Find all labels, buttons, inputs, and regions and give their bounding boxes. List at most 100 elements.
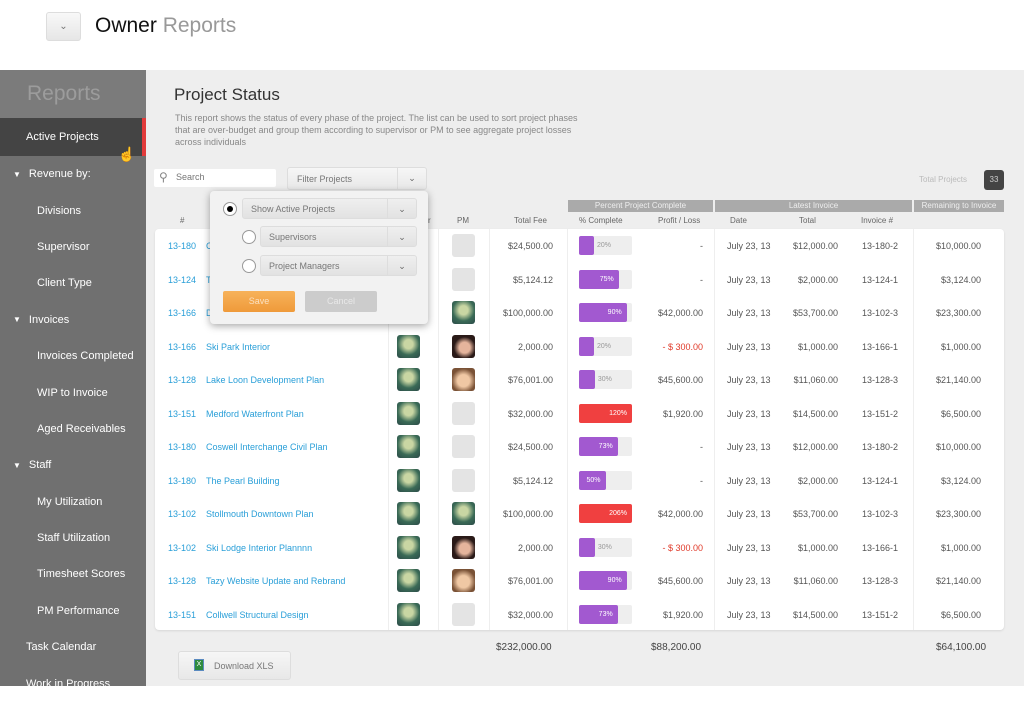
project-managers-select[interactable]: Project Managers ⌄ — [260, 255, 417, 276]
supervisors-select[interactable]: Supervisors ⌄ — [260, 226, 417, 247]
percent-fill: 90% — [579, 303, 627, 322]
project-name-link[interactable]: Lake Loon Development Plan — [206, 375, 324, 385]
cancel-button[interactable]: Cancel — [305, 291, 377, 312]
col-invoice-num[interactable]: Invoice # — [861, 216, 893, 225]
save-button[interactable]: Save — [223, 291, 295, 312]
filter-popup: Show Active Projects ⌄ Supervisors ⌄ Proje… — [210, 191, 428, 324]
radio-supervisors[interactable] — [242, 230, 256, 244]
pm-avatar[interactable] — [452, 301, 475, 324]
project-number-link[interactable]: 13-128 — [168, 375, 196, 385]
project-number-link[interactable]: 13-102 — [168, 509, 196, 519]
sidebar-item-staff[interactable]: ▼ Staff — [0, 447, 146, 483]
col-total[interactable]: Total — [799, 216, 816, 225]
sidebar-item-supervisor[interactable]: Supervisor — [0, 229, 146, 265]
invoice-total: $11,060.00 — [793, 375, 838, 385]
sidebar-item-task-calendar[interactable]: Task Calendar — [0, 629, 146, 665]
pm-avatar[interactable] — [452, 267, 475, 291]
project-name-link[interactable]: Stollmouth Downtown Plan — [206, 509, 314, 519]
search-input[interactable]: ⚲ Search — [154, 169, 276, 187]
invoice-total: $14,500.00 — [792, 408, 838, 419]
supervisor-avatar[interactable] — [397, 435, 420, 458]
project-number-link[interactable]: 13-124 — [168, 275, 196, 285]
invoice-date: July 23, 13 — [727, 241, 771, 251]
remaining-to-invoice: $6,500.00 — [940, 408, 981, 419]
caret-down-icon: ▼ — [13, 460, 21, 470]
sidebar-item-aged-receivables[interactable]: Aged Receivables — [0, 411, 146, 447]
project-name-link[interactable]: Medford Waterfront Plan — [206, 409, 304, 419]
sidebar-item-divisions[interactable]: Divisions — [0, 192, 146, 228]
pm-avatar[interactable] — [452, 535, 475, 559]
percent-fill: 75% — [579, 269, 619, 289]
pm-avatar[interactable] — [452, 401, 475, 425]
show-active-projects-select[interactable]: Show Active Projects ⌄ — [242, 198, 417, 219]
invoice-number: 13-128-3 — [862, 375, 899, 385]
project-name-link[interactable]: Ski Park Interior — [206, 342, 270, 352]
project-name-link[interactable]: Tazy Website Update and Rebrand — [206, 576, 345, 586]
project-number-link[interactable]: 13-180 — [168, 476, 196, 486]
sidebar-item-my-utilization[interactable]: My Utilization — [0, 484, 146, 520]
supervisor-avatar[interactable] — [397, 334, 420, 358]
pm-avatar[interactable] — [452, 502, 475, 525]
filter-projects-dropdown[interactable]: Filter Projects ⌄ — [287, 167, 427, 190]
table-row: 13-180 The Pearl Building $5,124.12 50% - Jul… — [155, 464, 1004, 497]
project-number-link[interactable]: 13-128 — [168, 576, 196, 586]
sidebar-item-staff-utilization[interactable]: Staff Utilization — [0, 520, 146, 556]
sidebar-item-timesheet-scores[interactable]: Timesheet Scores — [0, 556, 146, 592]
radio-show-active[interactable] — [223, 202, 237, 216]
project-number-link[interactable]: 13-102 — [168, 543, 196, 553]
project-number-link[interactable]: 13-180 — [168, 241, 196, 251]
supervisor-avatar[interactable] — [397, 502, 420, 525]
col-percent-complete[interactable]: % Complete — [579, 216, 623, 225]
percent-label: 90% — [607, 309, 622, 316]
sidebar-item-invoices-completed[interactable]: Invoices Completed — [0, 338, 146, 374]
supervisor-avatar[interactable] — [397, 569, 420, 592]
project-number-link[interactable]: 13-151 — [168, 409, 196, 419]
radio-project-managers[interactable] — [242, 259, 256, 273]
supervisor-avatar[interactable] — [397, 368, 420, 391]
invoice-date: July 23, 13 — [727, 274, 771, 285]
hand-cursor-icon: ☝ — [118, 146, 136, 162]
sidebar-item-work-in-progress[interactable]: Work in Progress — [0, 665, 146, 701]
main-content: Project Status This report shows the sta… — [146, 70, 1024, 686]
supervisor-avatar[interactable] — [397, 602, 420, 626]
sidebar-item-pm-performance[interactable]: PM Performance — [0, 593, 146, 629]
project-number-link[interactable]: 13-166 — [168, 342, 196, 352]
pm-avatar[interactable] — [452, 334, 475, 358]
total-fee: $100,000.00 — [502, 308, 553, 318]
project-number-link[interactable]: 13-151 — [168, 610, 196, 620]
col-num[interactable]: # — [180, 216, 184, 225]
project-name-link[interactable]: Collwell Structural Design — [206, 610, 309, 620]
sidebar-item-wip-to-invoice[interactable]: WIP to Invoice — [0, 374, 146, 410]
supervisor-avatar[interactable] — [397, 401, 420, 425]
menu-dropdown-button[interactable]: ⌄ — [46, 12, 81, 41]
col-supervisor[interactable]: r — [428, 216, 431, 225]
supervisor-avatar[interactable] — [397, 535, 420, 559]
col-total-fee[interactable]: Total Fee — [514, 216, 547, 225]
col-pm[interactable]: PM — [457, 216, 469, 225]
download-xls-button[interactable]: X Download XLS — [178, 651, 291, 680]
col-profit-loss[interactable]: Profit / Loss — [658, 216, 700, 225]
sidebar-item-client-type[interactable]: Client Type — [0, 265, 146, 301]
project-name-link[interactable]: Coswell Interchange Civil Plan — [206, 442, 328, 452]
pm-avatar[interactable] — [452, 468, 475, 492]
sidebar-item-label: Work in Progress — [26, 677, 111, 690]
percent-complete-bar: 73% — [579, 437, 632, 456]
project-name-link[interactable]: The Pearl Building — [206, 476, 280, 486]
project-number-link[interactable]: 13-180 — [168, 442, 196, 452]
col-date[interactable]: Date — [730, 216, 747, 225]
supervisor-avatar[interactable] — [397, 468, 420, 492]
profit-loss: - — [700, 274, 703, 285]
pm-avatar[interactable] — [452, 435, 475, 458]
profit-loss: $1,920.00 — [662, 408, 703, 419]
pm-avatar[interactable] — [452, 569, 475, 592]
pm-avatar[interactable] — [452, 602, 475, 626]
pm-avatar[interactable] — [452, 368, 475, 391]
invoice-date: July 23, 13 — [727, 609, 771, 620]
project-name-link[interactable]: Ski Lodge Interior Plannnn — [206, 543, 312, 553]
invoice-number: 13-124-1 — [862, 475, 899, 486]
pm-avatar[interactable] — [452, 234, 475, 257]
percent-label: 120% — [609, 409, 627, 417]
caret-down-icon: ▼ — [13, 169, 21, 179]
project-number-link[interactable]: 13-166 — [168, 308, 196, 318]
sidebar-item-invoices[interactable]: ▼ Invoices — [0, 302, 146, 338]
